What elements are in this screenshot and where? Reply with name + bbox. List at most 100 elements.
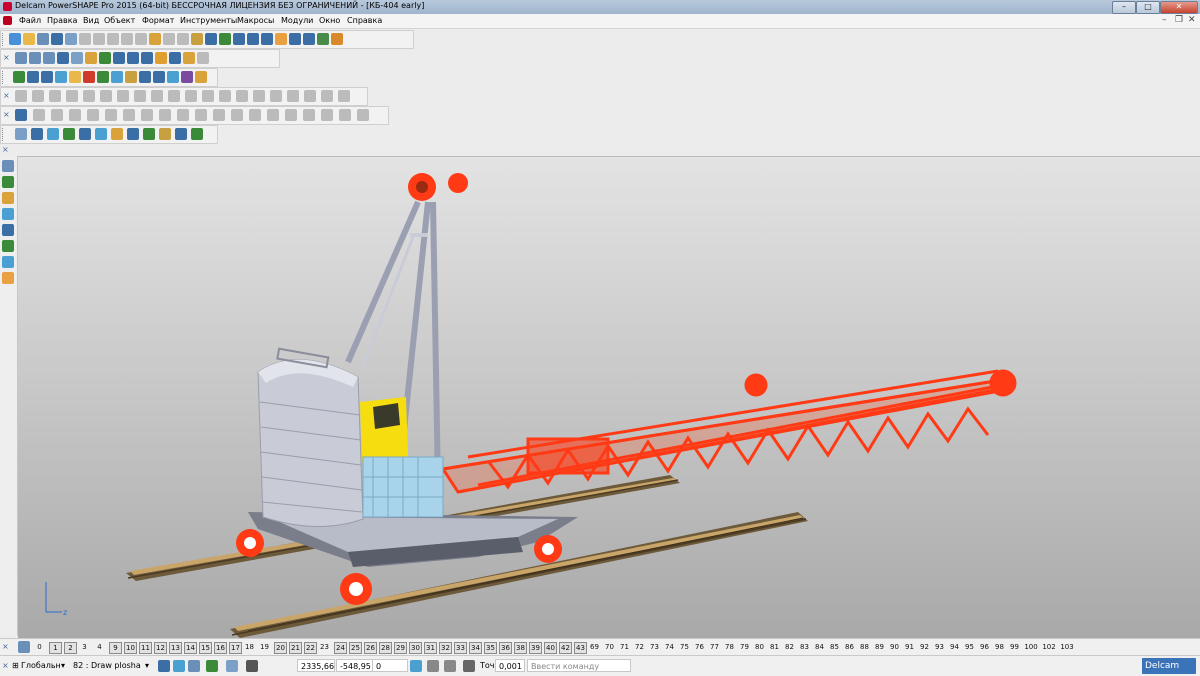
toolbar-tool-icon[interactable] <box>169 52 181 64</box>
toolbar-tool-icon[interactable] <box>141 109 153 121</box>
toolbar-tool-icon[interactable] <box>27 71 39 83</box>
toolbar-grip[interactable] <box>2 71 7 84</box>
levels-close-button[interactable]: × <box>2 642 9 651</box>
level-button[interactable]: 93 <box>934 642 945 652</box>
toolbar-tool-icon[interactable] <box>253 90 265 102</box>
toolbar-tool-icon[interactable] <box>79 33 91 45</box>
toolbar-tool-icon[interactable] <box>357 109 369 121</box>
toolbar-tool-icon[interactable] <box>202 90 214 102</box>
toolbar-tool-icon[interactable] <box>183 52 195 64</box>
toolbar-tool-icon[interactable] <box>267 109 279 121</box>
level-button[interactable]: 33 <box>454 642 467 654</box>
toolbar-tool-icon[interactable] <box>219 33 231 45</box>
level-button[interactable]: 11 <box>139 642 152 654</box>
toolbar-tool-icon[interactable] <box>15 128 27 140</box>
toolbar-tool-icon[interactable] <box>151 90 163 102</box>
level-button[interactable]: 96 <box>979 642 990 652</box>
toolbar-tool-icon[interactable] <box>31 128 43 140</box>
level-button[interactable]: 92 <box>919 642 930 652</box>
toolbar-tool-icon[interactable] <box>197 52 209 64</box>
side-tool-icon[interactable] <box>2 256 14 268</box>
level-button[interactable]: 75 <box>679 642 690 652</box>
side-tool-icon[interactable] <box>2 192 14 204</box>
toolbar-tool-icon[interactable] <box>185 90 197 102</box>
menu-macros[interactable]: Макросы <box>237 16 274 25</box>
toolbar-tool-icon[interactable] <box>125 71 137 83</box>
toolbar-tool-icon[interactable] <box>219 90 231 102</box>
calc-icon[interactable] <box>444 660 456 672</box>
level-button[interactable]: 15 <box>199 642 212 654</box>
toolbar-tool-icon[interactable] <box>69 71 81 83</box>
toolbar-tool-icon[interactable] <box>181 71 193 83</box>
level-button[interactable]: 98 <box>994 642 1005 652</box>
toolbar-tool-icon[interactable] <box>249 109 261 121</box>
level-button[interactable]: 12 <box>154 642 167 654</box>
side-tool-icon[interactable] <box>2 208 14 220</box>
level-button[interactable]: 4 <box>94 642 105 652</box>
level-button[interactable]: 88 <box>859 642 870 652</box>
coord-y-field[interactable]: -548,95 <box>336 659 374 672</box>
toolbar-tool-icon[interactable] <box>233 33 245 45</box>
level-button[interactable]: 34 <box>469 642 482 654</box>
toolbar-tool-icon[interactable] <box>127 128 139 140</box>
toolbar-tool-icon[interactable] <box>100 90 112 102</box>
level-button[interactable]: 86 <box>844 642 855 652</box>
level-button[interactable]: 9 <box>109 642 122 654</box>
level-button[interactable]: 80 <box>754 642 765 652</box>
level-button[interactable]: 84 <box>814 642 825 652</box>
mdi-minimize-button[interactable]: – <box>1162 15 1167 25</box>
level-button[interactable]: 95 <box>964 642 975 652</box>
level-button[interactable]: 100 <box>1024 642 1038 652</box>
toolbar-tool-icon[interactable] <box>15 109 27 121</box>
toolbar-tool-icon[interactable] <box>49 90 61 102</box>
toolbar-tool-icon[interactable] <box>66 90 78 102</box>
toolbar-tool-icon[interactable] <box>321 90 333 102</box>
workplane-select[interactable]: Глобальн <box>21 661 61 670</box>
level-button[interactable]: 81 <box>769 642 780 652</box>
toolbar-tool-icon[interactable] <box>47 128 59 140</box>
toolbar-tool-icon[interactable] <box>287 90 299 102</box>
toolbar-tool-icon[interactable] <box>83 90 95 102</box>
level-button[interactable]: 3 <box>79 642 90 652</box>
level-button[interactable]: 21 <box>289 642 302 654</box>
filter-icon[interactable] <box>188 660 200 672</box>
toolbar-tool-icon[interactable] <box>134 90 146 102</box>
pick-icon[interactable] <box>158 660 170 672</box>
toolbar-tool-icon[interactable] <box>275 33 287 45</box>
toolbar-tool-icon[interactable] <box>69 109 81 121</box>
menu-view[interactable]: Вид <box>83 16 99 25</box>
level-button[interactable]: 39 <box>529 642 542 654</box>
app-icon[interactable] <box>3 2 12 11</box>
toolbar-tool-icon[interactable] <box>113 52 125 64</box>
menu-tools[interactable]: Инструменты <box>180 16 237 25</box>
toolbar-tool-icon[interactable] <box>51 109 63 121</box>
level-button[interactable]: 35 <box>484 642 497 654</box>
menu-format[interactable]: Формат <box>142 16 174 25</box>
toolbar-tool-icon[interactable] <box>32 90 44 102</box>
mdi-close-button[interactable]: ✕ <box>1188 15 1196 25</box>
maximize-button[interactable]: □ <box>1136 1 1160 14</box>
toolbar-tool-icon[interactable] <box>71 52 83 64</box>
toolbar-tool-icon[interactable] <box>117 90 129 102</box>
close-button[interactable]: ✕ <box>1160 1 1198 14</box>
level-button[interactable]: 24 <box>334 642 347 654</box>
toolbar-tool-icon[interactable] <box>195 71 207 83</box>
toolbar-tool-icon[interactable] <box>111 71 123 83</box>
toolbar-tool-icon[interactable] <box>303 33 315 45</box>
coord-z-field[interactable]: 0 <box>372 659 408 672</box>
toolbar-tool-icon[interactable] <box>205 33 217 45</box>
level-button[interactable]: 16 <box>214 642 227 654</box>
toolbar-tool-icon[interactable] <box>141 52 153 64</box>
toolbar-tool-icon[interactable] <box>247 33 259 45</box>
level-select[interactable]: 82 : Draw plosha <box>73 661 141 670</box>
toolbar-tool-icon[interactable] <box>338 90 350 102</box>
toolbar-tool-icon[interactable] <box>15 90 27 102</box>
level-button[interactable]: 76 <box>694 642 705 652</box>
toolbar-tool-icon[interactable] <box>85 52 97 64</box>
toolbar-tool-icon[interactable] <box>9 33 21 45</box>
level-button[interactable]: 70 <box>604 642 615 652</box>
level-button[interactable]: 103 <box>1060 642 1074 652</box>
toolbar-tool-icon[interactable] <box>303 109 315 121</box>
lock-icon[interactable] <box>206 660 218 672</box>
toolbar-tool-icon[interactable] <box>155 52 167 64</box>
